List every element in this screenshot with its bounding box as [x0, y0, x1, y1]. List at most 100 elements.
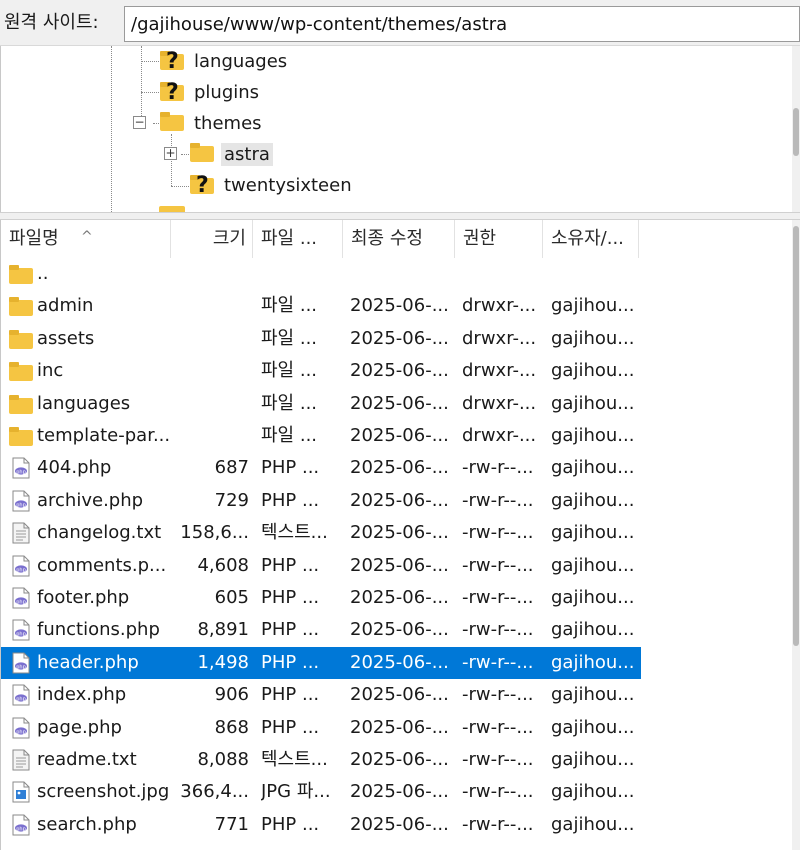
- file-row[interactable]: changelog.txt 158,6... 텍스트... 2025-06-... -r…: [1, 517, 641, 549]
- text-file-icon: [9, 749, 33, 771]
- file-size-cell: 771: [214, 813, 249, 835]
- file-owner-cell: [551, 258, 637, 290]
- file-name-cell: assets: [37, 327, 95, 349]
- file-type-cell: PHP ...: [261, 489, 320, 511]
- file-size-cell: 1,498: [197, 651, 249, 673]
- file-name-cell: languages: [37, 392, 131, 414]
- file-name-cell: ..: [37, 263, 49, 284]
- file-permissions-cell: -rw-r--...: [462, 684, 534, 706]
- unknown-folder-icon: ?: [189, 170, 215, 201]
- remote-site-bar: 원격 사이트:: [0, 0, 800, 46]
- file-row[interactable]: admin 파일 ... 2025-06-... drwxr-... gajihou..…: [1, 290, 641, 322]
- file-type-cell: PHP ...: [261, 619, 320, 641]
- svg-text:php: php: [16, 664, 26, 670]
- file-size-cell: [173, 420, 249, 452]
- file-size-cell: [173, 388, 249, 420]
- file-modified-cell: 2025-06-...: [350, 554, 449, 576]
- file-row[interactable]: assets 파일 ... 2025-06-... drwxr-... gajihou.…: [1, 323, 641, 355]
- tree-item-label: themes: [194, 112, 262, 134]
- file-type-cell: 파일 ...: [261, 327, 318, 349]
- list-scrollbar[interactable]: [792, 220, 800, 850]
- file-permissions-cell: -rw-r--...: [462, 457, 534, 479]
- file-permissions-cell: drwxr-...: [462, 425, 537, 446]
- unknown-folder-icon: ?: [159, 77, 185, 108]
- tree-item-languages[interactable]: ? languages: [159, 46, 290, 76]
- file-row[interactable]: php page.php 868 PHP ... 2025-06-... -rw-r--.…: [1, 712, 641, 744]
- file-name-cell: page.php: [37, 716, 122, 738]
- file-name-cell: comments.p...: [37, 554, 167, 576]
- column-header-type[interactable]: 파일 ...: [253, 220, 343, 258]
- file-name-cell: inc: [37, 360, 64, 382]
- file-type-cell: PHP ...: [261, 684, 320, 706]
- file-modified-cell: [350, 258, 454, 290]
- folder-icon: [9, 425, 33, 447]
- column-header-owner[interactable]: 소유자/...: [543, 220, 639, 258]
- file-owner-cell: gajihou...: [551, 813, 635, 835]
- file-row[interactable]: languages 파일 ... 2025-06-... drwxr-... gajih…: [1, 388, 641, 420]
- file-row[interactable]: php comments.p... 4,608 PHP ... 2025-06-... -…: [1, 550, 641, 582]
- tree-scrollbar[interactable]: [792, 46, 800, 212]
- file-row[interactable]: screenshot.jpg 366,4... JPG 파... 2025-06-..…: [1, 776, 641, 808]
- tree-item-plugins[interactable]: ? plugins: [159, 77, 262, 107]
- file-modified-cell: 2025-06-...: [350, 489, 449, 511]
- svg-text:php: php: [16, 729, 26, 735]
- file-type-cell: PHP ...: [261, 457, 320, 479]
- file-modified-cell: 2025-06-...: [350, 522, 449, 544]
- file-row[interactable]: php index.php 906 PHP ... 2025-06-... -rw-r--…: [1, 679, 641, 711]
- file-owner-cell: gajihou...: [551, 489, 635, 511]
- header-label: 최종 수정: [351, 228, 423, 249]
- file-row[interactable]: ..: [1, 258, 641, 290]
- file-type-cell: PHP ...: [261, 587, 320, 608]
- file-owner-cell: gajihou...: [551, 554, 635, 576]
- file-row[interactable]: readme.txt 8,088 텍스트... 2025-06-... -rw-r--.…: [1, 744, 641, 776]
- file-owner-cell: gajihou...: [551, 749, 635, 770]
- file-row[interactable]: inc 파일 ... 2025-06-... drwxr-... gajihou...: [1, 355, 641, 387]
- file-owner-cell: gajihou...: [551, 522, 635, 544]
- file-modified-cell: 2025-06-...: [350, 295, 449, 317]
- file-row[interactable]: template-par... 파일 ... 2025-06-... drwxr-..…: [1, 420, 641, 452]
- file-modified-cell: 2025-06-...: [350, 651, 449, 673]
- file-name-cell: header.php: [37, 651, 139, 673]
- file-modified-cell: 2025-06-...: [350, 813, 449, 835]
- svg-text:php: php: [16, 599, 26, 605]
- file-permissions-cell: -rw-r--...: [462, 716, 534, 738]
- svg-text:php: php: [16, 826, 26, 832]
- file-name-cell: changelog.txt: [37, 522, 162, 544]
- file-row[interactable]: php archive.php 729 PHP ... 2025-06-... -rw-r…: [1, 485, 641, 517]
- file-permissions-cell: -rw-r--...: [462, 619, 534, 641]
- file-row[interactable]: php 404.php 687 PHP ... 2025-06-... -rw-r--..…: [1, 452, 641, 484]
- remote-path-input[interactable]: [124, 6, 800, 42]
- tree-item-astra[interactable]: astra: [189, 139, 273, 169]
- scrollbar-thumb[interactable]: [793, 226, 799, 646]
- file-owner-cell: gajihou...: [551, 587, 635, 608]
- file-size-cell: [173, 290, 249, 322]
- scrollbar-thumb[interactable]: [793, 108, 799, 156]
- file-owner-cell: gajihou...: [551, 716, 635, 738]
- file-row[interactable]: php functions.php 8,891 PHP ... 2025-06-... -…: [1, 614, 641, 646]
- file-owner-cell: gajihou...: [551, 425, 635, 446]
- column-header-name[interactable]: 파일명 ^: [1, 220, 171, 258]
- file-type-cell: 텍스트...: [261, 522, 328, 544]
- tree-item-twentysixteen[interactable]: ? twentysixteen: [189, 170, 355, 200]
- svg-text:?: ?: [166, 80, 179, 103]
- file-row[interactable]: php search.php 771 PHP ... 2025-06-... -rw-r-…: [1, 809, 641, 841]
- file-modified-cell: 2025-06-...: [350, 392, 449, 414]
- collapse-themes-toggle[interactable]: −: [133, 116, 146, 129]
- column-header-modified[interactable]: 최종 수정: [343, 220, 455, 258]
- header-label: 크기: [212, 228, 246, 249]
- pane-splitter[interactable]: [0, 212, 800, 220]
- column-header-size[interactable]: 크기: [171, 220, 253, 258]
- file-type-cell: [261, 258, 343, 290]
- column-header-permissions[interactable]: 권한: [455, 220, 543, 258]
- file-modified-cell: 2025-06-...: [350, 587, 449, 608]
- folder-icon: [9, 393, 33, 415]
- file-modified-cell: 2025-06-...: [350, 360, 449, 382]
- file-owner-cell: gajihou...: [551, 327, 635, 349]
- expand-astra-toggle[interactable]: +: [164, 147, 177, 160]
- file-row[interactable]: php header.php 1,498 PHP ... 2025-06-... -rw-…: [1, 646, 641, 679]
- file-size-cell: 8,088: [197, 749, 249, 770]
- tree-item-themes[interactable]: themes: [159, 108, 265, 138]
- file-row[interactable]: php footer.php 605 PHP ... 2025-06-... -rw-r-…: [1, 582, 641, 614]
- file-size-cell: 8,891: [197, 619, 249, 641]
- file-owner-cell: gajihou...: [551, 457, 635, 479]
